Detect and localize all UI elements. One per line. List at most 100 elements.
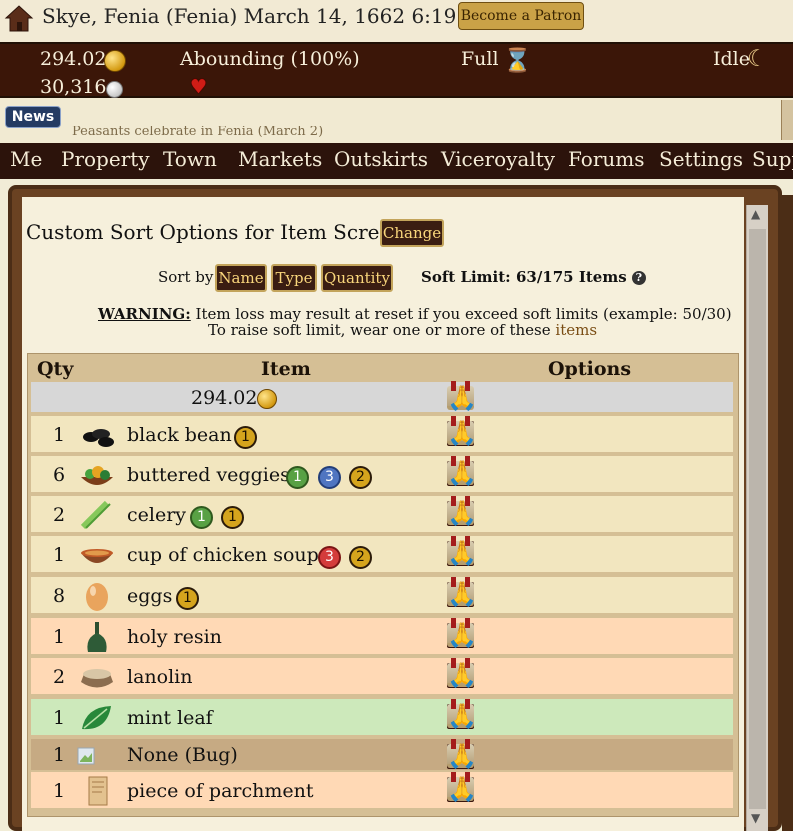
lanolin-icon	[81, 669, 113, 688]
help-icon[interactable]: ?	[631, 271, 646, 285]
soft-limit-help: To raise soft limit, wear one or more of…	[208, 321, 597, 339]
food-badge: 2	[349, 546, 372, 569]
scythe-icon: ☾	[747, 46, 768, 72]
pray-icon[interactable]: 🙏	[447, 458, 477, 488]
scroll-thumb[interactable]	[749, 229, 766, 809]
pray-icon[interactable]: 🙏	[447, 538, 477, 568]
item-qty: 1	[52, 780, 66, 802]
soup-icon	[81, 549, 113, 563]
page-title: Custom Sort Options for Item Screens	[26, 220, 415, 244]
item-name[interactable]: cup of chicken soup	[127, 536, 319, 574]
pray-icon[interactable]: 🙏	[447, 620, 477, 650]
qty-header: Qty	[37, 358, 74, 380]
top-bar: Skye, Fenia (Fenia) March 14, 1662 6:19 …	[0, 0, 793, 42]
food-badge: 2	[349, 466, 372, 489]
item-qty: 1	[52, 744, 66, 766]
character-title[interactable]: Skye, Fenia (Fenia) March 14, 1662 6:19 …	[42, 4, 494, 28]
news-ticker[interactable]: Peasants celebrate in Fenia (March 2)	[72, 126, 352, 140]
sort-quantity-button[interactable]: Quantity	[321, 264, 393, 292]
vertical-scrollbar[interactable]: ▲ ▼	[746, 205, 768, 831]
item-qty: 1	[52, 424, 66, 446]
scroll-up-icon[interactable]: ▲	[751, 207, 760, 221]
items-link[interactable]: items	[555, 321, 597, 339]
table-row: 6 buttered veggies 1 3 2 ✕♻🙏	[31, 456, 733, 494]
activity-status: Idle	[713, 48, 750, 70]
hourglass-icon: ⌛	[503, 48, 532, 74]
item-name[interactable]: lanolin	[127, 658, 192, 696]
pray-icon[interactable]: 🙏	[447, 498, 477, 528]
table-row: 1 holy resin ♻🙏	[31, 618, 733, 656]
main-navigation: Me Property Town Markets Outskirts Vicer…	[0, 143, 793, 179]
table-row: 1 cup of chicken soup 3 2 ✕♻🙏	[31, 536, 733, 574]
table-row: 1 mint leaf ♻🙏	[31, 699, 733, 737]
hunger-status: Full	[461, 48, 499, 70]
item-qty: 1	[52, 707, 66, 729]
table-row: 2 lanolin ♻🙏	[31, 658, 733, 696]
nav-me[interactable]: Me	[10, 147, 42, 171]
item-qty: 2	[52, 504, 66, 526]
item-qty: 1	[52, 544, 66, 566]
item-name[interactable]: None (Bug)	[127, 739, 238, 772]
vegetable-badge: 1	[286, 466, 309, 489]
item-name[interactable]: eggs	[127, 577, 172, 615]
silver-coin-icon	[106, 81, 123, 98]
sort-type-button[interactable]: Type	[271, 264, 317, 292]
money-amount: 294.02	[191, 387, 258, 409]
sort-name-button[interactable]: Name	[215, 264, 267, 292]
house-icon[interactable]	[4, 4, 34, 32]
gold-coin-icon	[104, 50, 126, 72]
nav-town[interactable]: Town	[163, 147, 217, 171]
table-row: 1 piece of parchment ♻🙏	[31, 772, 733, 810]
become-patron-button[interactable]: Become a Patron	[458, 2, 584, 30]
table-row: 1 None (Bug) ♻🙏	[31, 739, 733, 772]
egg-icon	[86, 583, 108, 611]
silver-amount: 30,316	[40, 76, 107, 98]
nav-outskirts[interactable]: Outskirts	[334, 147, 428, 171]
status-bar: 294.02 30,316 Abounding (100%) ♥ ♥ ♥ ♥ ♥ Ful…	[0, 42, 793, 98]
buttered-veggies-icon	[81, 466, 113, 485]
item-name[interactable]: buttered veggies	[127, 456, 290, 494]
item-header: Item	[261, 358, 311, 380]
item-name[interactable]: celery	[127, 496, 186, 534]
heart-icon: ♥	[190, 76, 208, 98]
table-row: 2 celery 1 1 ✕♻🙏	[31, 496, 733, 534]
pray-icon[interactable]: 🙏	[447, 701, 477, 731]
pray-icon[interactable]: 🙏	[447, 660, 477, 690]
item-name[interactable]: piece of parchment	[127, 772, 314, 810]
change-button[interactable]: Change	[380, 219, 444, 247]
news-panel-edge	[781, 100, 793, 140]
sort-by-label: Sort by:	[158, 268, 219, 286]
nav-markets[interactable]: Markets	[238, 147, 322, 171]
nav-settings[interactable]: Settings	[659, 147, 743, 171]
news-button[interactable]: News	[5, 106, 61, 128]
pray-icon[interactable]: 🙏	[447, 418, 477, 448]
pray-icon[interactable]: 🙏	[447, 383, 477, 413]
soft-limit: Soft Limit: 63/175 Items ?	[421, 268, 646, 286]
pray-icon[interactable]: 🙏	[447, 774, 477, 804]
nav-support[interactable]: Supp	[752, 147, 793, 171]
item-name[interactable]: holy resin	[127, 618, 222, 656]
scroll-down-icon[interactable]: ▼	[751, 811, 760, 825]
nav-viceroyalty[interactable]: Viceroyalty	[441, 147, 555, 171]
dairy-badge: 3	[318, 466, 341, 489]
nav-property[interactable]: Property	[61, 147, 150, 171]
holy-resin-icon	[87, 622, 107, 652]
mint-leaf-icon	[82, 706, 111, 730]
parchment-icon	[88, 776, 108, 806]
table-row: 1 black bean 1 ✕♻🙏	[31, 416, 733, 454]
item-qty: 1	[52, 626, 66, 648]
broken-image-icon	[77, 747, 95, 765]
warning-label: WARNING:	[98, 305, 191, 323]
item-qty: 6	[52, 464, 66, 486]
table-row: 8 eggs 1 ✕♻🙏	[31, 577, 733, 615]
options-header: Options	[548, 358, 632, 380]
vegetable-badge: 1	[190, 506, 213, 529]
health-status: Abounding (100%)	[180, 48, 360, 70]
item-name[interactable]: black bean	[127, 416, 232, 454]
item-name[interactable]: mint leaf	[127, 699, 213, 737]
nav-forums[interactable]: Forums	[568, 147, 645, 171]
meat-badge: 3	[318, 546, 341, 569]
pray-icon[interactable]: 🙏	[447, 579, 477, 609]
pray-icon[interactable]: 🙏	[447, 741, 477, 771]
right-panel-edge	[782, 195, 793, 831]
